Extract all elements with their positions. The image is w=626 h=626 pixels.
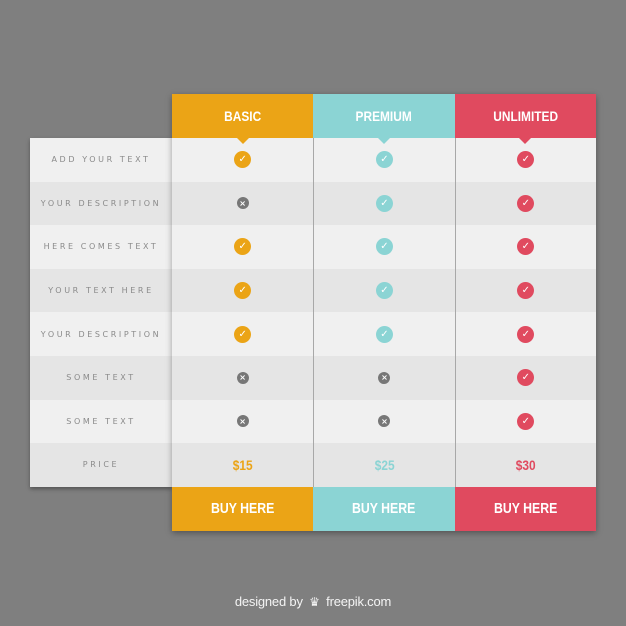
feature-labels-column: ADD YOUR TEXT YOUR DESCRIPTION HERE COME… xyxy=(30,138,172,487)
cross-icon: × xyxy=(378,415,391,428)
feature-cell: ✓ xyxy=(454,225,596,269)
feature-cell: ✓ xyxy=(172,138,314,182)
plan-price: $25 xyxy=(374,456,395,473)
plan-name: BASIC xyxy=(224,108,262,124)
feature-label: SOME TEXT xyxy=(30,399,172,444)
check-icon: ✓ xyxy=(517,238,535,256)
feature-cell: × xyxy=(313,399,455,444)
feature-cell: ✓ xyxy=(313,181,455,226)
check-icon: ✓ xyxy=(517,369,535,387)
plan-name: PREMIUM xyxy=(355,108,413,124)
feature-cell: ✓ xyxy=(454,268,596,313)
check-icon: ✓ xyxy=(517,325,535,343)
check-icon: ✓ xyxy=(517,412,535,430)
feature-cell: ✓ xyxy=(172,268,314,313)
check-icon: ✓ xyxy=(375,325,393,343)
feature-cell: × xyxy=(172,355,314,400)
feature-cell: × xyxy=(172,399,314,444)
feature-cell: ✓ xyxy=(454,312,596,356)
price-cell: $15 xyxy=(172,443,314,487)
credit-footer: designed by ♛ freepik.com xyxy=(0,594,626,609)
header-pointer xyxy=(236,138,249,144)
buy-button-premium[interactable]: BUY HERE xyxy=(313,486,455,531)
check-icon: ✓ xyxy=(517,151,535,169)
plan-price: $30 xyxy=(515,456,536,473)
feature-cell: ✓ xyxy=(454,181,596,226)
freepik-logo-icon: ♛ xyxy=(309,595,320,609)
feature-cell: ✓ xyxy=(313,225,455,269)
feature-label: YOUR TEXT HERE xyxy=(30,268,172,313)
check-icon: ✓ xyxy=(517,194,535,212)
buy-button-label: BUY HERE xyxy=(493,500,557,518)
buy-button-label: BUY HERE xyxy=(210,500,275,518)
check-icon: ✓ xyxy=(375,151,393,169)
plan-column-basic: BASIC ✓ × ✓ ✓ ✓ × × $15 BUY HERE xyxy=(172,94,314,531)
buy-button-unlimited[interactable]: BUY HERE xyxy=(454,486,596,531)
feature-label: YOUR DESCRIPTION xyxy=(30,181,172,226)
header-pointer xyxy=(377,138,390,144)
credit-prefix: designed by xyxy=(234,594,303,609)
feature-label: ADD YOUR TEXT xyxy=(30,138,172,182)
cross-icon: × xyxy=(236,371,249,384)
feature-cell: ✓ xyxy=(313,312,455,356)
feature-label: HERE COMES TEXT xyxy=(30,225,172,269)
feature-cell: ✓ xyxy=(454,355,596,400)
feature-cell: ✓ xyxy=(313,268,455,313)
plan-header: BASIC xyxy=(172,94,314,144)
feature-cell: × xyxy=(172,181,314,226)
credit-site[interactable]: freepik.com xyxy=(326,594,391,609)
feature-cell: ✓ xyxy=(172,225,314,269)
pricing-plans: BASIC ✓ × ✓ ✓ ✓ × × $15 BUY HERE PREMIUM ✓ ✓ ✓ ✓ ✓ × × $25… xyxy=(172,94,596,531)
buy-button-basic[interactable]: BUY HERE xyxy=(172,486,314,531)
plan-header: PREMIUM xyxy=(313,94,455,144)
check-icon: ✓ xyxy=(234,238,252,256)
feature-label: YOUR DESCRIPTION xyxy=(30,312,172,356)
check-icon: ✓ xyxy=(234,282,252,300)
check-icon: ✓ xyxy=(375,194,393,212)
check-icon: ✓ xyxy=(375,282,393,300)
price-cell: $25 xyxy=(313,443,455,487)
price-cell: $30 xyxy=(454,443,596,487)
plan-header: UNLIMITED xyxy=(454,94,596,144)
header-pointer xyxy=(519,138,532,144)
check-icon: ✓ xyxy=(517,282,535,300)
plan-column-premium: PREMIUM ✓ ✓ ✓ ✓ ✓ × × $25 BUY HERE xyxy=(313,94,455,531)
buy-button-label: BUY HERE xyxy=(352,500,416,518)
check-icon: ✓ xyxy=(234,151,252,169)
feature-label: SOME TEXT xyxy=(30,355,172,400)
plan-column-unlimited: UNLIMITED ✓ ✓ ✓ ✓ ✓ ✓ ✓ $30 BUY HERE xyxy=(454,94,596,531)
feature-cell: ✓ xyxy=(454,399,596,444)
feature-cell: ✓ xyxy=(313,138,455,182)
feature-cell: ✓ xyxy=(172,312,314,356)
feature-cell: ✓ xyxy=(454,138,596,182)
cross-icon: × xyxy=(378,371,391,384)
price-label: PRICE xyxy=(30,443,172,487)
check-icon: ✓ xyxy=(234,325,252,343)
feature-cell: × xyxy=(313,355,455,400)
check-icon: ✓ xyxy=(375,238,393,256)
cross-icon: × xyxy=(236,197,249,210)
plan-price: $15 xyxy=(232,456,253,473)
cross-icon: × xyxy=(236,415,249,428)
plan-name: UNLIMITED xyxy=(492,108,558,124)
